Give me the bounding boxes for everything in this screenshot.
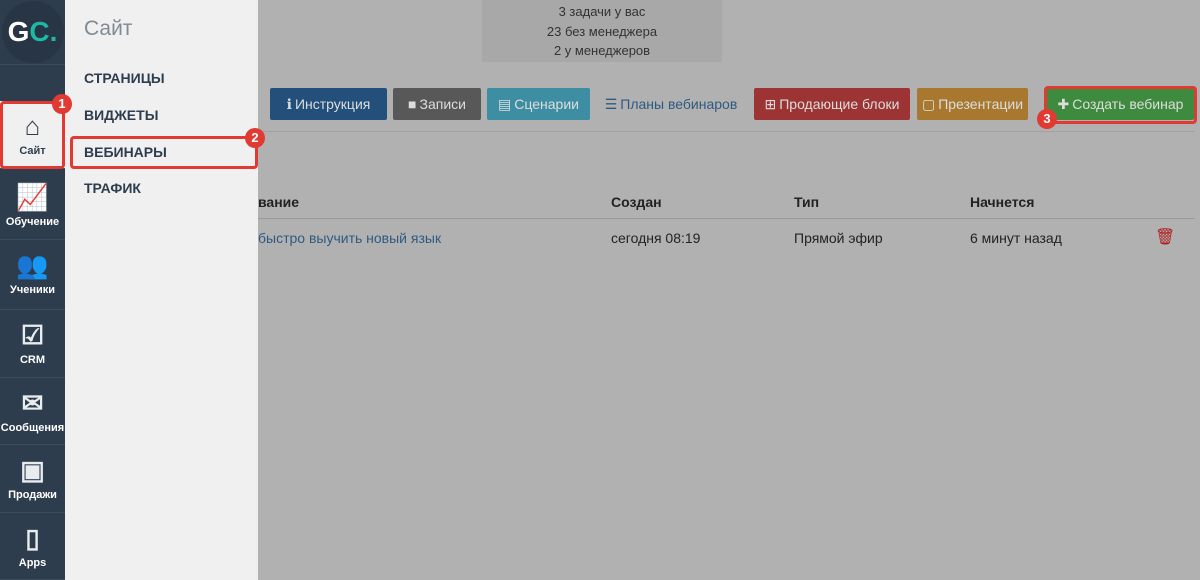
rail-item-label: Ученики [9,284,56,296]
checkbox-icon: ☑ [20,320,45,350]
col-type[interactable]: Тип [794,194,819,210]
envelope-icon: ✉ [21,388,44,418]
divider [258,218,1195,219]
highlight-create [1044,86,1197,124]
phone-icon: ▯ [25,523,40,553]
book-icon: ▤ [498,95,512,112]
submenu-title: Сайт [84,17,133,40]
rail-item-label: Apps [18,557,47,569]
rail-item-6[interactable]: ▯ Apps [0,513,65,580]
video-button[interactable]: ■ Записи [393,88,481,120]
submenu-widgets[interactable]: ВИДЖЕТЫ [84,107,158,123]
submenu-traffic[interactable]: ТРАФИК [84,180,141,196]
safe-icon: ▣ [20,455,45,485]
info-icon: ℹ [286,95,292,112]
starts-cell: 6 минут назад [970,230,1062,246]
rail-item-2[interactable]: 👥 Ученики [0,240,65,310]
grid-button[interactable]: ⊞ Продающие блоки [754,88,910,120]
step-badge-3: 3 [1037,109,1057,129]
trash-icon[interactable]: 🗑 [1155,227,1175,247]
rail-item-label: Сообщения [0,422,65,434]
tasks-summary[interactable]: 3 задачи у вас 23 без менеджера 2 у мене… [482,0,722,62]
rail-item-1[interactable]: 📈 Обучение [0,172,65,240]
list-button[interactable]: ☰ Планы вебинаров [597,88,745,120]
users-icon: 👥 [16,250,49,280]
rail-item-label: Продажи [8,489,57,501]
rail-item-4[interactable]: ✉ Сообщения [0,378,65,445]
list-icon: ☰ [604,95,618,112]
button-label: Записи [419,96,466,112]
button-label: Планы вебинаров [620,96,738,112]
col-title[interactable]: вание [258,194,299,210]
button-label: Презентации [938,96,1024,112]
submenu-pages[interactable]: СТРАНИЦЫ [84,70,165,86]
divider [258,131,1195,132]
button-label: Сценарии [514,96,579,112]
rail-item-3[interactable]: ☑ CRM [0,310,65,378]
created-cell: сегодня 08:19 [611,230,701,246]
col-created[interactable]: Создан [611,194,662,210]
file-button[interactable]: ▢ Презентации [917,88,1028,120]
type-cell: Прямой эфир [794,230,883,246]
file-icon: ▢ [921,95,936,112]
step-badge-1: 1 [52,94,72,114]
grid-icon: ⊞ [764,95,777,112]
highlight-webinars [70,136,258,169]
rail-item-label: CRM [19,354,46,366]
rail-item-label: Обучение [5,216,60,228]
chart-board-icon: 📈 [16,182,49,212]
step-badge-2: 2 [245,128,265,148]
logo[interactable]: G C. [0,0,65,65]
col-starts[interactable]: Начнется [970,194,1034,210]
button-label: Продающие блоки [779,96,900,112]
info-button[interactable]: ℹ Инструкция [270,88,387,120]
rail-item-5[interactable]: ▣ Продажи [0,445,65,513]
site-submenu: Сайт СТРАНИЦЫ ВИДЖЕТЫ ВЕБИНАРЫ ТРАФИК [65,0,258,580]
button-label: Инструкция [294,96,371,112]
book-button[interactable]: ▤ Сценарии [487,88,590,120]
webinar-link[interactable]: быстро выучить новый язык [258,230,441,246]
video-icon: ■ [408,96,417,112]
